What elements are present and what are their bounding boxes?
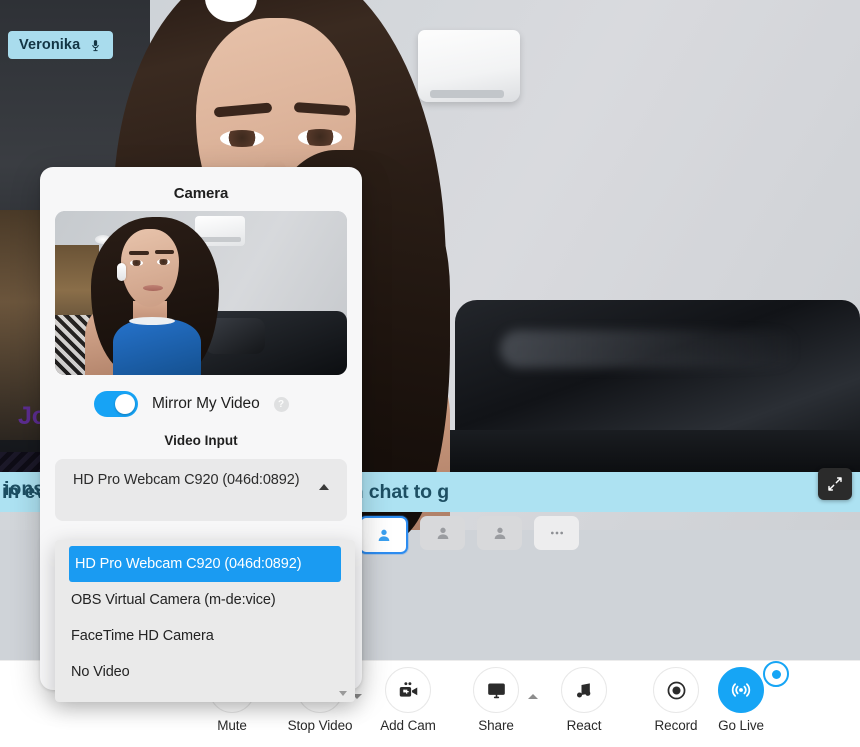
broadcast-icon — [731, 683, 751, 697]
share-button[interactable] — [473, 667, 519, 713]
preview-person-brow-left — [129, 251, 149, 255]
add-cam-button[interactable] — [385, 667, 431, 713]
react-label: React — [566, 718, 602, 733]
preview-person-eye-right — [157, 259, 170, 265]
screen-share-icon — [487, 683, 505, 698]
share-chevron-up-icon[interactable] — [528, 694, 538, 699]
preview-person-shirt — [113, 319, 201, 375]
preview-earbud-icon — [117, 263, 126, 281]
video-input-options-menu[interactable]: HD Pro Webcam C920 (046d:0892) OBS Virtu… — [55, 540, 355, 702]
video-input-option-3[interactable]: No Video — [55, 654, 355, 690]
camera-popover-title: Camera — [173, 185, 229, 202]
go-live-status-icon — [763, 661, 789, 687]
participant-tile-3[interactable] — [477, 516, 522, 550]
participant-tile-more[interactable] — [534, 516, 579, 550]
participant-tile-2[interactable] — [420, 516, 465, 550]
participant-name-label: Veronika — [19, 37, 81, 53]
lower-third-stripe-text: ions — [4, 478, 45, 500]
scene-sofa-highlight — [500, 330, 800, 368]
camera-preview — [55, 211, 347, 375]
person-icon — [378, 529, 389, 541]
mirror-my-video-label: Mirror My Video — [152, 395, 260, 412]
participant-tiles — [359, 516, 579, 554]
mirror-my-video-row[interactable]: Mirror My Video ? — [94, 391, 289, 417]
go-live-label: Go Live — [718, 718, 764, 733]
preview-person-collar — [129, 317, 175, 325]
scene-person-eye-right — [298, 129, 342, 146]
music-note-icon — [577, 683, 591, 698]
toolbar-item-go-live[interactable]: Go Live — [699, 661, 789, 733]
help-icon[interactable]: ? — [273, 396, 289, 412]
record-button[interactable] — [653, 667, 699, 713]
record-circle-icon — [667, 681, 685, 699]
video-input-option-2[interactable]: FaceTime HD Camera — [55, 618, 355, 654]
participant-name-badge: Veronika — [8, 31, 114, 59]
add-cam-label: Add Cam — [380, 718, 436, 733]
preview-person-eye-left — [130, 260, 143, 266]
toolbar-item-react[interactable]: React — [542, 667, 626, 733]
share-label: Share — [478, 718, 514, 733]
toolbar-item-add-cam[interactable]: Add Cam — [366, 667, 450, 733]
video-input-option-1[interactable]: OBS Virtual Camera (m-de:vice) — [55, 582, 355, 618]
more-icon — [550, 531, 563, 535]
video-input-select[interactable]: HD Pro Webcam C920 (046d:0892) — [55, 459, 347, 521]
video-input-section-label: Video Input — [164, 433, 238, 448]
person-icon — [437, 527, 448, 539]
add-camera-icon — [399, 681, 417, 697]
stop-video-label: Stop Video — [287, 718, 353, 733]
scene-ac-vent — [430, 90, 504, 98]
mirror-my-video-toggle[interactable] — [94, 391, 138, 417]
chevron-up-icon[interactable] — [319, 484, 329, 490]
go-live-button[interactable] — [718, 661, 789, 713]
mute-label: Mute — [217, 718, 247, 733]
expand-fullscreen-button[interactable] — [818, 468, 852, 500]
scene-person-eye-left — [220, 130, 264, 147]
video-input-option-0[interactable]: HD Pro Webcam C920 (046d:0892) — [69, 546, 341, 582]
preview-person-brow-right — [155, 250, 174, 254]
menu-scroll-down-icon[interactable] — [339, 691, 347, 696]
video-input-selected-value: HD Pro Webcam C920 (046d:0892) — [73, 472, 300, 488]
toolbar-item-share[interactable]: Share — [454, 667, 538, 733]
record-label: Record — [654, 718, 698, 733]
microphone-icon — [89, 38, 102, 53]
participant-tile-1[interactable] — [359, 516, 408, 554]
react-button[interactable] — [561, 667, 607, 713]
preview-person-lips — [143, 285, 163, 291]
person-icon — [494, 527, 505, 539]
